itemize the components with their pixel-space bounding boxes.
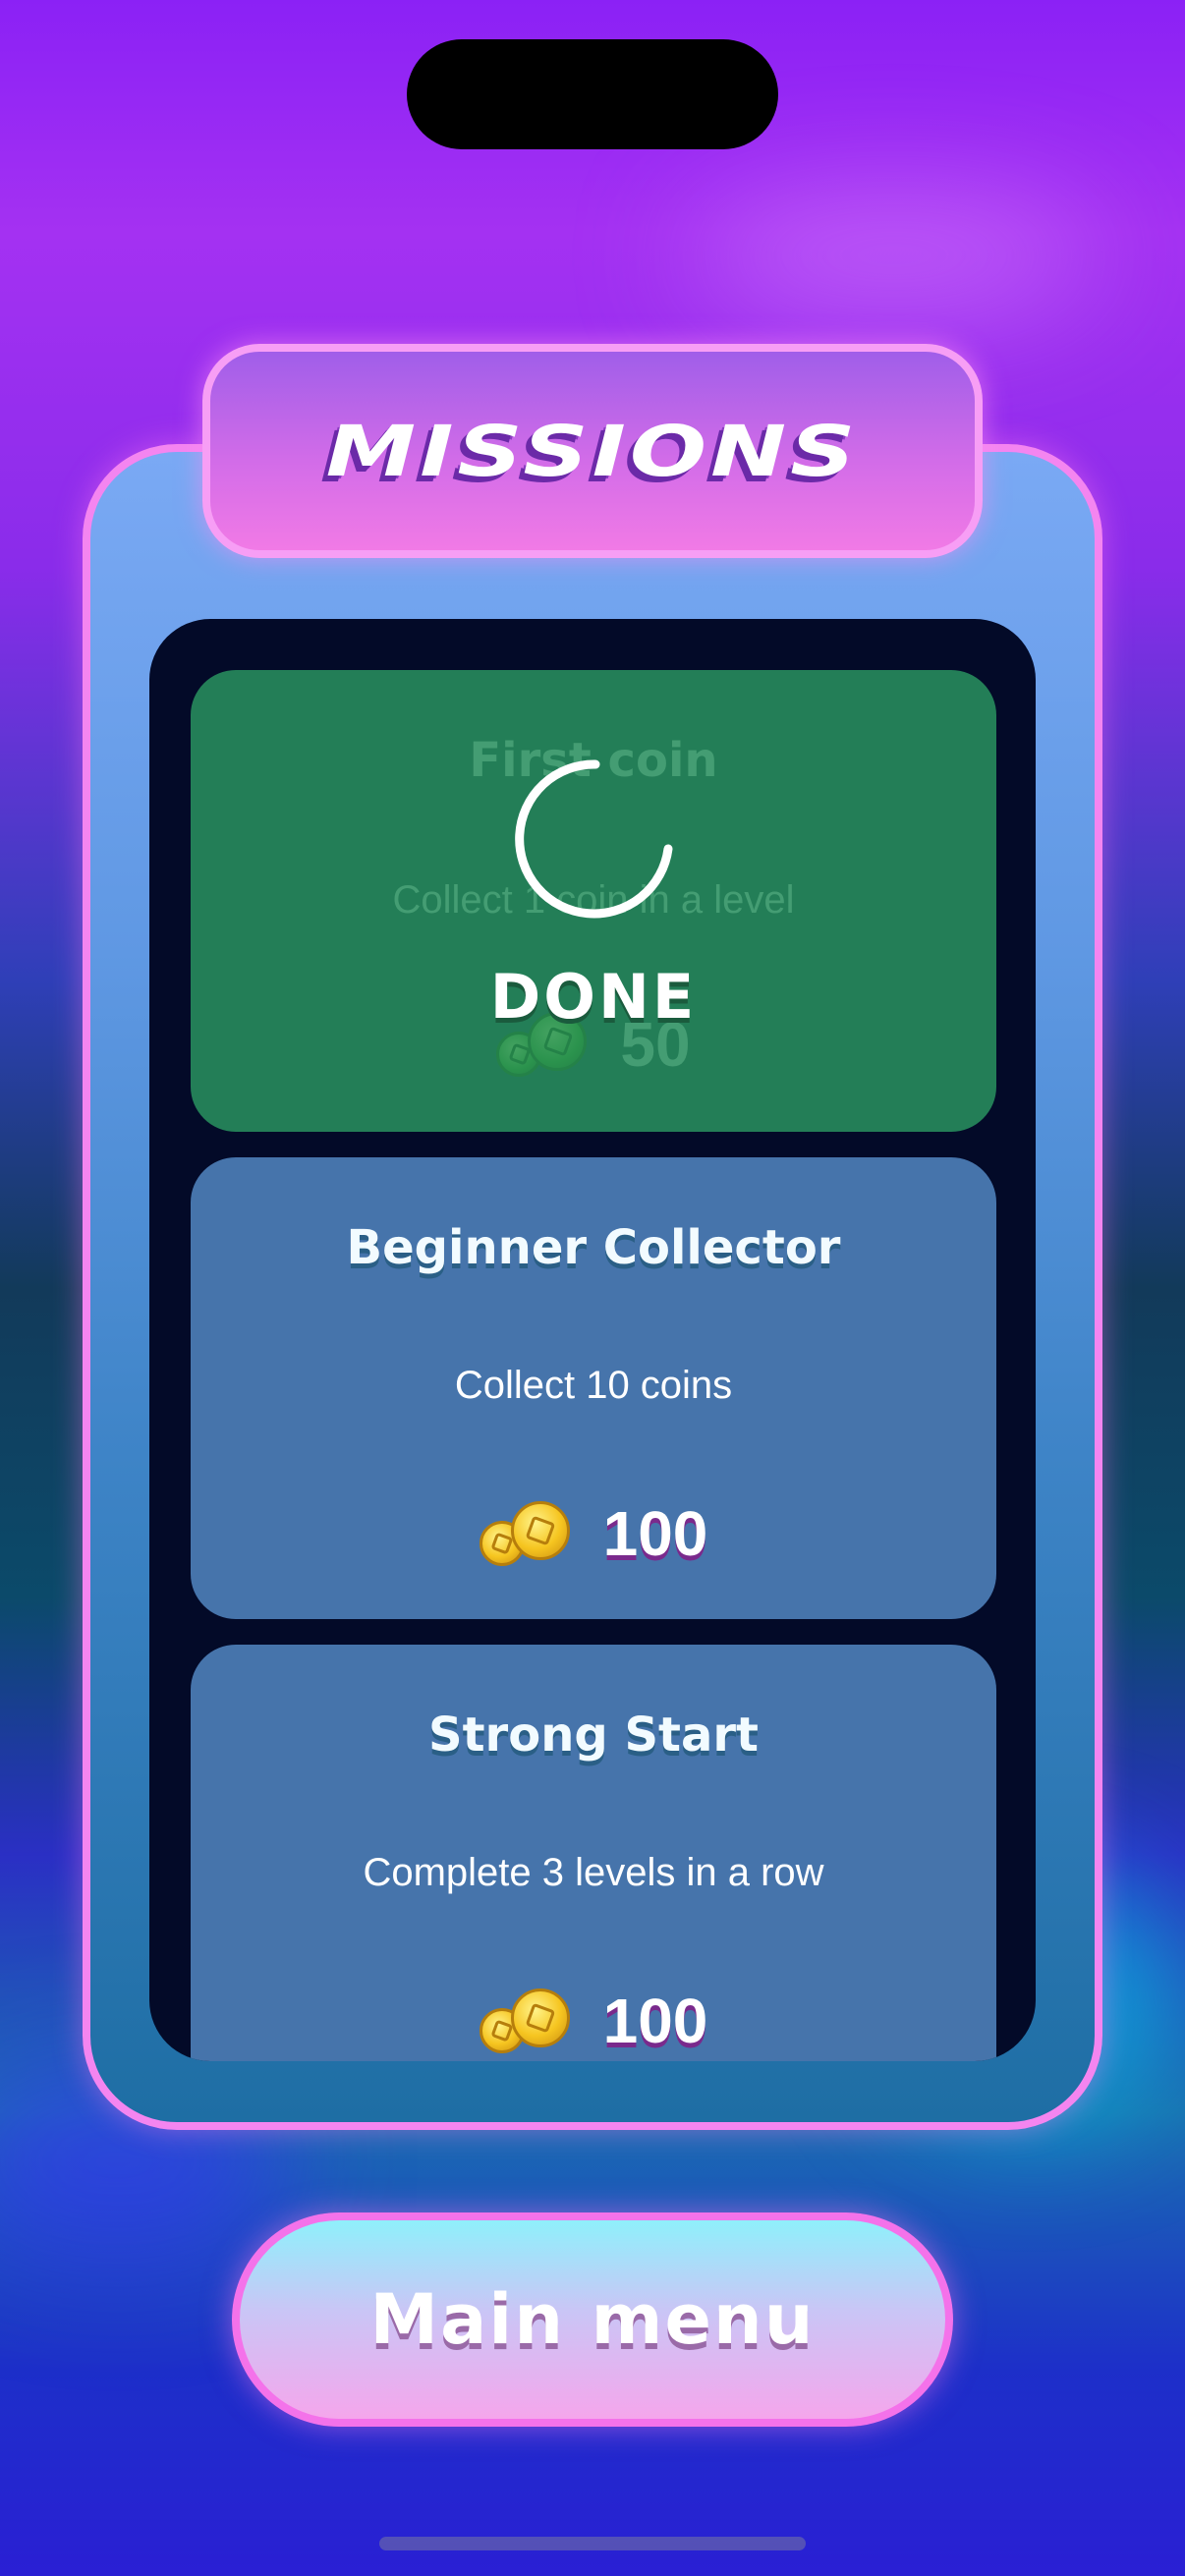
coins-icon [479,1501,574,1566]
mission-card-first-coin[interactable]: First coin Collect 1 coin in a level 50 … [191,670,996,1132]
home-indicator[interactable] [379,2537,806,2550]
missions-screen: MISSIONS First coin Collect 1 coin in a … [0,0,1185,2576]
mission-reward: 100 [191,1497,996,1570]
spinner-icon [515,759,673,919]
mission-description: Collect 10 coins [454,1364,733,1407]
done-status-label: DONE [489,961,698,1033]
main-menu-button[interactable]: Main menu [232,2212,953,2427]
mission-title: Beginner Collector [346,1220,841,1275]
main-menu-label: Main menu [369,2279,816,2360]
mission-card-beginner-collector[interactable]: Beginner Collector Collect 10 coins 100 [191,1157,996,1619]
page-title: MISSIONS [325,410,860,492]
title-plate: MISSIONS [202,344,983,558]
reward-amount: 100 [602,1986,708,2056]
background-glow [688,196,1100,314]
mission-description: Complete 3 levels in a row [363,1851,824,1894]
mission-list[interactable]: First coin Collect 1 coin in a level 50 … [149,619,1036,2061]
mission-title: Strong Start [428,1708,759,1763]
camera-notch [407,39,778,149]
mission-card-strong-start[interactable]: Strong Start Complete 3 levels in a row … [191,1645,996,2061]
mission-reward: 100 [191,1985,996,2057]
reward-amount: 100 [602,1498,708,1569]
coins-icon [479,1988,574,2053]
